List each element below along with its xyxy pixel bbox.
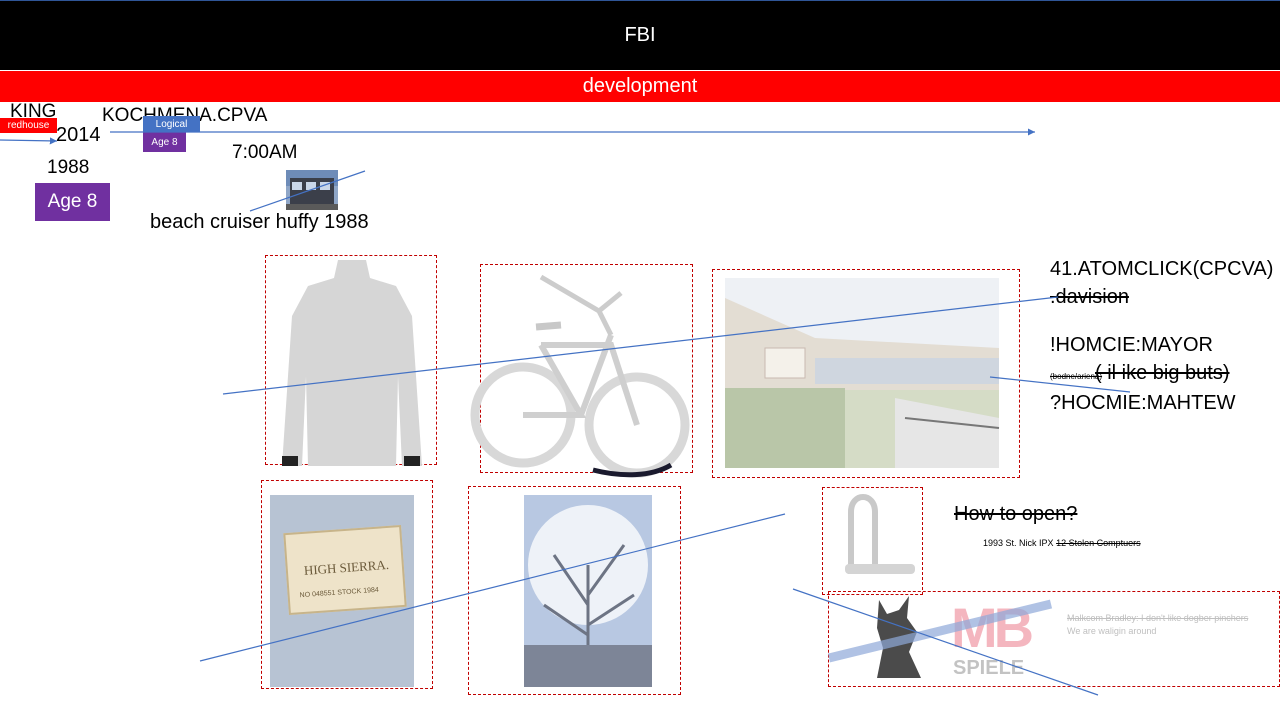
lock-frame	[822, 487, 923, 595]
building-icon	[286, 170, 338, 210]
note-davision: .davision	[1050, 286, 1129, 308]
note-homcie-mayor: !HOMCIE:MAYOR	[1050, 334, 1213, 356]
note-hocmie-mahtew: ?HOCMIE:MAHTEW	[1050, 392, 1236, 414]
st-nick-text: 1993 St. Nick IPX	[983, 538, 1054, 548]
development-label: development	[582, 75, 698, 97]
note-atomclick: 41.ATOMCLICK(CPCVA)	[1050, 258, 1274, 280]
sweater-image	[282, 260, 422, 466]
sweater-frame	[265, 255, 437, 466]
title-bar: FBI	[0, 0, 1280, 70]
age-badge-large: Age 8	[35, 183, 110, 221]
malkcom-line-1: Malkcom Bradley: I don't like dogber pin…	[1067, 613, 1249, 623]
how-to-open: How to open?	[954, 503, 1078, 525]
development-bar: development	[0, 71, 1280, 102]
note-big-buts: ( il ike big buts)	[1095, 362, 1230, 384]
school-image	[725, 278, 1000, 468]
time-label: 7:00AM	[232, 142, 298, 163]
jeans-frame: HIGH SIERRA. NO 048551 STOCK 1984	[261, 480, 433, 689]
jeans-image: HIGH SIERRA. NO 048551 STOCK 1984	[270, 495, 414, 687]
year-2014: 2014	[56, 124, 101, 146]
jeans-brand: HIGH SIERRA.	[303, 556, 390, 578]
bicycle-image	[470, 274, 690, 478]
redhouse-arrow	[0, 137, 58, 145]
jeans-label: HIGH SIERRA. NO 048551 STOCK 1984	[283, 524, 407, 616]
mb-strike-band	[827, 599, 1053, 663]
age-badge-small: Age 8	[143, 132, 186, 152]
malkcom-line-2: We are waligin around	[1067, 626, 1157, 636]
tree-frame	[468, 486, 681, 695]
redhouse-tag: redhouse	[0, 118, 57, 133]
year-1988: 1988	[47, 157, 90, 178]
bike-caption: beach cruiser huffy 1988	[150, 211, 369, 233]
page-title: FBI	[624, 24, 656, 46]
building-thumbnail	[286, 170, 338, 210]
mb-panel-frame: MB SPIELE Malkcom Bradley: I don't like …	[827, 591, 1280, 687]
st-nick-note: 1993 St. Nick IPX 12 Stolen Comptuers	[983, 539, 1141, 548]
school-frame	[712, 269, 1020, 478]
tree-image	[524, 495, 652, 687]
logical-tag: Logical	[143, 116, 200, 132]
bicycle-frame	[470, 264, 693, 478]
u-lock-icon	[845, 494, 915, 574]
jeans-number: NO 048551 STOCK 1984	[299, 586, 380, 600]
stolen-computers-text: 12 Stolen Comptuers	[1056, 538, 1141, 548]
